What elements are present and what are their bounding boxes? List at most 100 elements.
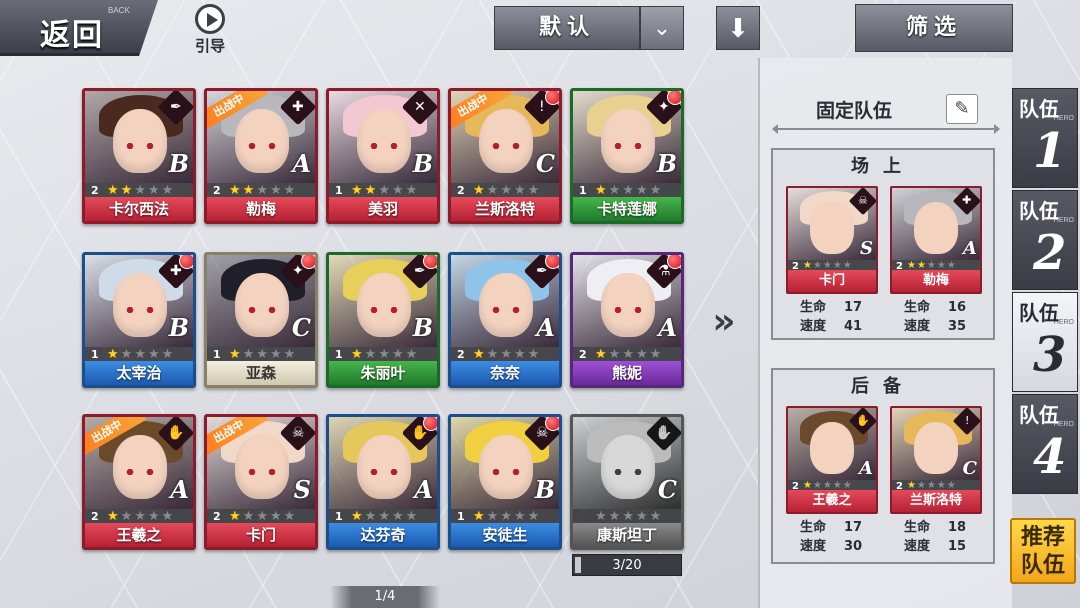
star-icon: ★ bbox=[229, 182, 241, 198]
star-icon: ★ bbox=[120, 508, 133, 524]
rarity-grade: C bbox=[535, 149, 555, 178]
star-icon: ★ bbox=[473, 346, 485, 362]
star-icon: ★ bbox=[161, 346, 174, 362]
hero-name: 亚森 bbox=[207, 361, 315, 385]
star-icon: ★ bbox=[269, 508, 282, 524]
star-icon: ★ bbox=[378, 346, 390, 362]
hero-card[interactable]: ✕ B 1 ★ ★ ★ ★ ★ 美羽 bbox=[326, 88, 440, 224]
hero-card[interactable]: ✋ A 1 ★ ★ ★ ★ ★ 达芬奇 bbox=[326, 414, 440, 550]
star-icon: ★ bbox=[405, 182, 418, 198]
rarity-grade: B bbox=[168, 313, 189, 342]
star-icon: ★ bbox=[635, 182, 648, 198]
rarity-grade: B bbox=[412, 313, 433, 342]
team-member-card[interactable]: ✋ A 2 ★ ★ ★ ★ ★ 王羲之 bbox=[786, 406, 878, 514]
hero-level: 1 bbox=[457, 509, 465, 523]
recommend-team-button[interactable]: 推荐队伍 bbox=[1010, 518, 1076, 584]
star-icon: ★ bbox=[405, 508, 418, 524]
hero-level: 2 bbox=[457, 347, 465, 361]
hero-name: 达芬奇 bbox=[329, 523, 437, 547]
rarity-grade: A bbox=[658, 313, 677, 342]
team-tab-number: 1 bbox=[1033, 123, 1067, 179]
back-label: 返回 bbox=[40, 18, 104, 53]
team-member-card[interactable]: ☠ S 2 ★ ★ ★ ★ ★ 卡门 bbox=[786, 186, 878, 294]
team-tab-1[interactable]: 队伍 HERO 1 bbox=[1012, 88, 1078, 188]
star-bar: 2 ★ ★ ★ ★ ★ bbox=[451, 347, 559, 361]
team-tab-3[interactable]: 队伍 HERO 3 bbox=[1012, 292, 1078, 392]
star-icon: ★ bbox=[527, 346, 540, 362]
chevron-down-icon[interactable]: ⌄ bbox=[640, 6, 684, 50]
on-field-label: 场上 bbox=[851, 156, 915, 177]
team-tab-hero-text: HERO bbox=[1053, 421, 1074, 428]
notification-dot bbox=[179, 255, 193, 269]
hero-card[interactable]: ✒ A 2 ★ ★ ★ ★ ★ 奈奈 bbox=[448, 252, 562, 388]
sort-dropdown[interactable]: 默认 bbox=[494, 6, 640, 50]
speed-label: 速度 bbox=[800, 319, 827, 334]
hero-card[interactable]: ✦ B 1 ★ ★ ★ ★ ★ 卡特莲娜 bbox=[570, 88, 684, 224]
team-tab-hero-text: HERO bbox=[1053, 217, 1074, 224]
notification-dot bbox=[545, 91, 559, 105]
star-icon: ★ bbox=[351, 182, 363, 198]
hp-label: 生命 bbox=[904, 520, 931, 535]
star-icon: ★ bbox=[622, 182, 634, 198]
arrow-down-icon[interactable]: ⬇ bbox=[716, 6, 760, 50]
rarity-grade: B bbox=[412, 149, 433, 178]
hero-card[interactable]: ☠ B 1 ★ ★ ★ ★ ★ 安徒生 bbox=[448, 414, 562, 550]
hero-card[interactable]: ✋ C ★ ★ ★ ★ ★ 康斯坦丁 bbox=[570, 414, 684, 550]
star-icon: ★ bbox=[649, 182, 662, 198]
star-icon: ★ bbox=[120, 182, 133, 198]
hero-card[interactable]: ⚗ A 2 ★ ★ ★ ★ ★ 熊妮 bbox=[570, 252, 684, 388]
star-bar: 2 ★ ★ ★ ★ ★ bbox=[85, 509, 193, 523]
star-icon: ★ bbox=[283, 508, 296, 524]
star-bar: 2 ★ ★ ★ ★ ★ bbox=[451, 183, 559, 197]
filter-button[interactable]: 筛选 bbox=[855, 4, 1013, 52]
hero-name: 美羽 bbox=[329, 197, 437, 221]
reserve-label: 后备 bbox=[851, 376, 915, 397]
pencil-icon[interactable]: ✎ bbox=[946, 94, 978, 124]
speed-value: 35 bbox=[948, 319, 967, 334]
star-icon: ★ bbox=[378, 508, 390, 524]
hero-card[interactable]: ✒ B 1 ★ ★ ★ ★ ★ 朱丽叶 bbox=[326, 252, 440, 388]
hero-card[interactable]: ✋ 出战中 A 2 ★ ★ ★ ★ ★ 王羲之 bbox=[82, 414, 196, 550]
hero-level: 2 bbox=[579, 347, 587, 361]
top-bar: 返回 BACK 引导 默认 ⌄ ⬇ 筛选 bbox=[0, 0, 1080, 60]
star-icon: ★ bbox=[147, 182, 160, 198]
rarity-grade: S bbox=[860, 238, 873, 259]
hero-card[interactable]: ☠ 出战中 S 2 ★ ★ ★ ★ ★ 卡门 bbox=[204, 414, 318, 550]
team-tab-4[interactable]: 队伍 HERO 4 bbox=[1012, 394, 1078, 494]
back-button[interactable]: 返回 BACK bbox=[0, 0, 158, 56]
team-tab-hero-text: HERO bbox=[1053, 115, 1074, 122]
star-icon: ★ bbox=[513, 508, 526, 524]
hero-card[interactable]: ✒ B 2 ★ ★ ★ ★ ★ 卡尔西法 bbox=[82, 88, 196, 224]
rarity-grade: A bbox=[170, 475, 189, 504]
hero-card[interactable]: ✚ 出战中 A 2 ★ ★ ★ ★ ★ 勒梅 bbox=[204, 88, 318, 224]
star-icon: ★ bbox=[635, 508, 648, 524]
double-chevron-right-icon[interactable]: » bbox=[700, 298, 748, 346]
hero-level: 2 bbox=[457, 183, 465, 197]
rarity-grade: A bbox=[414, 475, 433, 504]
star-icon: ★ bbox=[147, 508, 160, 524]
hero-name: 兰斯洛特 bbox=[451, 197, 559, 221]
hero-name: 王羲之 bbox=[85, 523, 193, 547]
hero-level: 2 bbox=[91, 183, 99, 197]
rarity-grade: C bbox=[291, 313, 311, 342]
hero-level: 1 bbox=[91, 347, 99, 361]
hero-card[interactable]: ! 出战中 C 2 ★ ★ ★ ★ ★ 兰斯洛特 bbox=[448, 88, 562, 224]
team-member-card[interactable]: ! C 2 ★ ★ ★ ★ ★ 兰斯洛特 bbox=[890, 406, 982, 514]
team-member-card[interactable]: ✚ A 2 ★ ★ ★ ★ ★ 勒梅 bbox=[890, 186, 982, 294]
star-icon: ★ bbox=[269, 346, 282, 362]
hero-name: 熊妮 bbox=[573, 361, 681, 385]
hero-card[interactable]: ✦ C 1 ★ ★ ★ ★ ★ 亚森 bbox=[204, 252, 318, 388]
guide-button[interactable]: 引导 bbox=[188, 4, 232, 55]
star-icon: ★ bbox=[473, 508, 485, 524]
notification-dot bbox=[423, 255, 437, 269]
star-icon: ★ bbox=[256, 508, 268, 524]
rarity-grade: C bbox=[657, 475, 677, 504]
hp-label: 生命 bbox=[800, 300, 827, 315]
team-tab-2[interactable]: 队伍 HERO 2 bbox=[1012, 190, 1078, 290]
star-bar: 1 ★ ★ ★ ★ ★ bbox=[85, 347, 193, 361]
collection-count: 3/20 bbox=[572, 554, 682, 576]
hero-level: 1 bbox=[335, 347, 343, 361]
hero-card[interactable]: ✚ B 1 ★ ★ ★ ★ ★ 太宰治 bbox=[82, 252, 196, 388]
star-icon: ★ bbox=[608, 182, 621, 198]
star-bar: 1 ★ ★ ★ ★ ★ bbox=[573, 183, 681, 197]
